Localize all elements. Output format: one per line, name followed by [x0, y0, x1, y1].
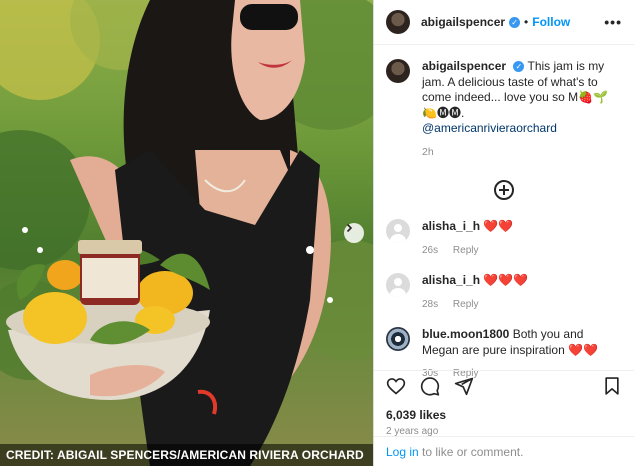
separator-dot: •: [524, 15, 529, 29]
comment-body: alisha_i_h ❤️❤️ 26s Reply: [422, 219, 622, 258]
save-button[interactable]: [602, 376, 622, 396]
comment-item: alisha_i_h ❤️❤️❤️ 28s Reply: [386, 273, 622, 312]
post-photo[interactable]: CREDIT: ABIGAIL SPENCERS/AMERICAN RIVIER…: [0, 0, 373, 466]
chevron-right-icon: [346, 223, 353, 233]
comment-body: alisha_i_h ❤️❤️❤️ 28s Reply: [422, 273, 622, 312]
comment-username[interactable]: blue.moon1800: [422, 327, 509, 341]
bookmark-icon: [605, 377, 619, 395]
comment-meta: 26s Reply: [422, 243, 622, 259]
comments-feed[interactable]: abigailspencer ✓ This jam is my jam. A d…: [374, 45, 634, 382]
reply-button[interactable]: Reply: [453, 299, 479, 310]
caption-body: abigailspencer ✓ This jam is my jam. A d…: [422, 59, 622, 160]
load-more-row: [386, 180, 622, 204]
comment-item: alisha_i_h ❤️❤️ 26s Reply: [386, 219, 622, 258]
instagram-post-viewer: CREDIT: ABIGAIL SPENCERS/AMERICAN RIVIER…: [0, 0, 634, 466]
caption-time: 2h: [422, 145, 434, 158]
comment-button[interactable]: [420, 376, 440, 396]
carousel-next-button[interactable]: [344, 223, 364, 243]
share-button[interactable]: [454, 376, 474, 396]
follow-button[interactable]: Follow: [532, 15, 570, 29]
verified-icon: ✓: [513, 61, 525, 73]
post-actions: 6,039 likes 2 years ago: [374, 370, 634, 437]
photo-credit: CREDIT: ABIGAIL SPENCERS/AMERICAN RIVIER…: [0, 444, 373, 466]
comment-text: ❤️❤️: [483, 219, 514, 233]
comment-icon: [420, 377, 440, 396]
author-username[interactable]: abigailspencer: [421, 15, 505, 29]
comment-username[interactable]: alisha_i_h: [422, 219, 480, 233]
caption-username[interactable]: abigailspencer: [422, 59, 506, 73]
comment-time: 28s: [422, 298, 439, 310]
author-avatar[interactable]: [386, 10, 410, 34]
comment-avatar[interactable]: [386, 273, 410, 297]
comment-text: ❤️❤️❤️: [483, 273, 529, 287]
like-button[interactable]: [386, 376, 406, 396]
heart-icon: [386, 378, 406, 395]
share-icon: [454, 377, 474, 396]
comment-meta: 28s Reply: [422, 297, 622, 313]
verified-icon: ✓: [509, 16, 521, 28]
action-icons: [386, 372, 622, 400]
caption-avatar[interactable]: [386, 59, 410, 83]
post-header: abigailspencer ✓ • Follow •••: [374, 0, 634, 45]
comment-username[interactable]: alisha_i_h: [422, 273, 480, 287]
reply-button[interactable]: Reply: [453, 245, 479, 256]
post-side-panel: abigailspencer ✓ • Follow ••• abigailspe…: [373, 0, 634, 466]
caption: abigailspencer ✓ This jam is my jam. A d…: [386, 59, 622, 160]
likes-count[interactable]: 6,039 likes: [386, 408, 622, 422]
more-options-button[interactable]: •••: [604, 14, 622, 30]
login-link[interactable]: Log in: [386, 445, 419, 459]
photo-illustration: [0, 0, 373, 466]
add-comment-icon[interactable]: [494, 180, 514, 200]
comment-avatar[interactable]: [386, 219, 410, 243]
comment-avatar[interactable]: [386, 327, 410, 351]
login-prompt-text: to like or comment.: [418, 445, 524, 459]
comment-time: 26s: [422, 244, 439, 256]
caption-mention[interactable]: @americanrivieraorchard: [422, 121, 622, 137]
login-prompt: Log in to like or comment.: [374, 436, 634, 466]
